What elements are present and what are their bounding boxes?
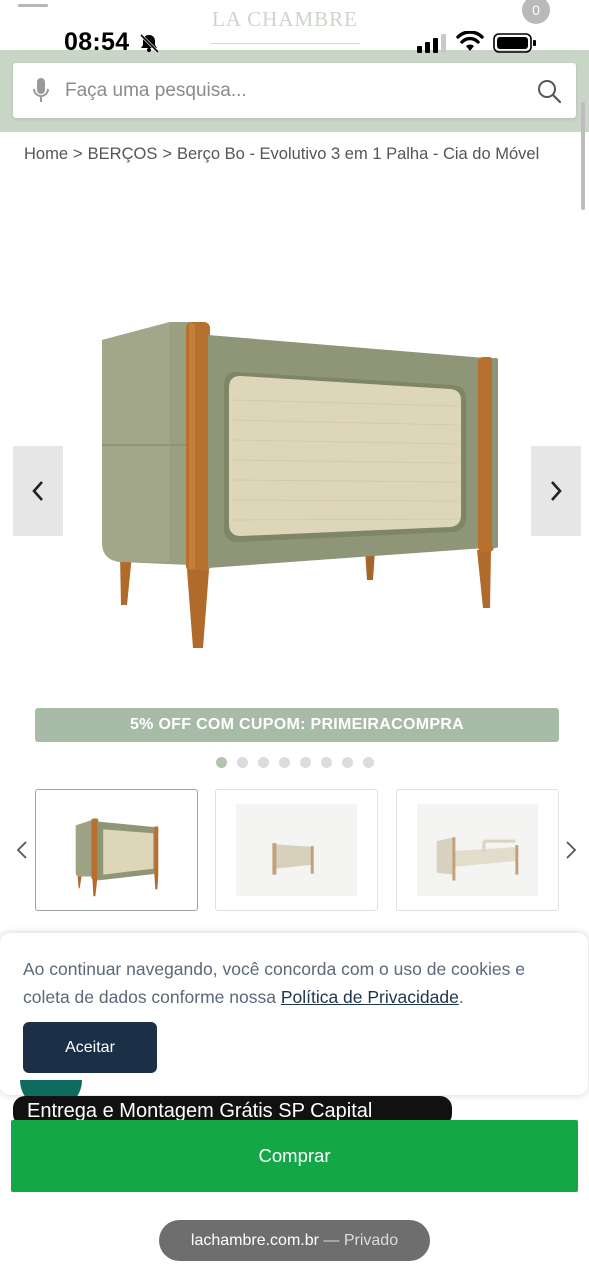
search-input[interactable] bbox=[65, 63, 515, 118]
page-scrollbar[interactable] bbox=[581, 102, 585, 210]
browser-url-bar[interactable]: lachambre.com.br — Privado bbox=[159, 1220, 430, 1261]
carousel-dot[interactable] bbox=[279, 757, 290, 768]
chevron-right-icon bbox=[551, 481, 562, 501]
carousel-dot[interactable] bbox=[258, 757, 269, 768]
carousel-next-button[interactable] bbox=[531, 446, 581, 536]
private-mode-label: — Privado bbox=[318, 1232, 399, 1249]
carousel-dot[interactable] bbox=[321, 757, 332, 768]
promo-banner: 5% OFF COM CUPOM: PRIMEIRACOMPRA bbox=[35, 708, 559, 742]
accept-cookies-button[interactable]: Aceitar bbox=[23, 1022, 157, 1073]
product-main-image[interactable] bbox=[90, 300, 510, 660]
logo-text: LA CHAMBRE bbox=[212, 7, 358, 31]
microphone-icon[interactable] bbox=[32, 77, 50, 105]
cookie-consent-banner: Ao continuar navegando, você concorda co… bbox=[0, 933, 588, 1095]
chevron-left-icon bbox=[32, 481, 43, 501]
carousel-dot[interactable] bbox=[216, 757, 227, 768]
logo-flourish bbox=[210, 34, 360, 44]
carousel-dot[interactable] bbox=[363, 757, 374, 768]
header: LA CHAMBRE 0 08:54 bbox=[0, 0, 589, 132]
status-time: 08:54 bbox=[64, 28, 130, 56]
thumbnail-3[interactable] bbox=[396, 789, 559, 911]
search-icon[interactable] bbox=[536, 78, 562, 104]
search-box bbox=[13, 63, 576, 118]
breadcrumb-home[interactable]: Home bbox=[24, 145, 68, 163]
thumbs-next-icon[interactable] bbox=[564, 838, 578, 862]
carousel-dot[interactable] bbox=[237, 757, 248, 768]
carousel-dot[interactable] bbox=[300, 757, 311, 768]
thumbnail-crib-mini bbox=[236, 803, 357, 897]
url-domain: lachambre.com.br bbox=[190, 1232, 319, 1249]
breadcrumb-category[interactable]: BERÇOS bbox=[88, 145, 158, 163]
privacy-policy-link[interactable]: Política de Privacidade bbox=[281, 987, 459, 1007]
thumbnail-2[interactable] bbox=[215, 789, 378, 911]
menu-handle-icon[interactable] bbox=[18, 4, 48, 7]
signal-icon bbox=[417, 34, 446, 53]
bell-slash-icon bbox=[139, 33, 160, 53]
carousel-dots bbox=[216, 757, 374, 769]
buy-button[interactable]: Comprar bbox=[11, 1120, 578, 1192]
carousel-prev-button[interactable] bbox=[13, 446, 63, 536]
breadcrumb: Home > BERÇOS > Berço Bo - Evolutivo 3 em 1 … bbox=[24, 145, 539, 164]
breadcrumb-separator: > bbox=[162, 145, 172, 163]
cookie-text: Ao continuar navegando, você concorda co… bbox=[23, 955, 568, 1011]
thumbs-prev-icon[interactable] bbox=[15, 838, 29, 862]
cookie-end: . bbox=[458, 987, 464, 1007]
store-logo[interactable]: LA CHAMBRE bbox=[200, 4, 370, 50]
thumbnail-crib-front bbox=[75, 818, 159, 897]
cart-count-badge[interactable]: 0 bbox=[522, 0, 550, 24]
battery-icon bbox=[493, 33, 536, 53]
breadcrumb-separator: > bbox=[73, 145, 83, 163]
thumbnail-1[interactable] bbox=[35, 789, 198, 911]
carousel-dot[interactable] bbox=[342, 757, 353, 768]
thumbnail-crib-bed-mode bbox=[417, 803, 538, 897]
breadcrumb-current: Berço Bo - Evolutivo 3 em 1 Palha - Cia … bbox=[176, 145, 540, 163]
wifi-icon bbox=[456, 31, 484, 51]
